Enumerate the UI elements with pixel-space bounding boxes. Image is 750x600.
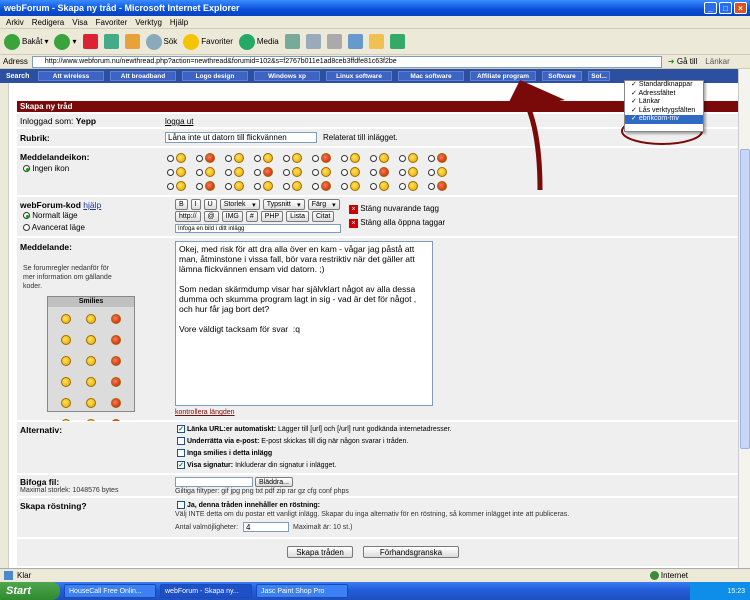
scrollbar-thumb[interactable] — [740, 149, 750, 449]
taskbar: Start HouseCall Free Onlin... webForum -… — [0, 582, 750, 600]
clock: 15:23 — [727, 587, 745, 595]
task-webforum[interactable]: webForum - Skapa ny... — [160, 584, 252, 598]
ctx-ebrikcom[interactable]: ✓ ebrikcom-mv — [625, 115, 703, 124]
ctx-address-bar[interactable]: ✓ Adressfältet — [625, 90, 703, 99]
ctx-lock-toolbars[interactable]: ✓ Lås verktygsfälten — [625, 107, 703, 116]
ctx-links[interactable]: ✓ Länkar — [625, 98, 703, 107]
system-tray: 15:23 — [690, 582, 750, 600]
toolbar-context-menu: ✓ Standardknappar ✓ Adressfältet ✓ Länka… — [624, 80, 704, 132]
task-paintshop[interactable]: Jasc Paint Shop Pro — [256, 584, 348, 598]
globe-icon — [649, 571, 659, 581]
page-done-icon — [4, 571, 13, 580]
zone-indicator: Internet — [649, 571, 688, 581]
annotation-arrow-shaft — [522, 98, 543, 191]
status-bar: Klar Internet — [0, 568, 750, 582]
start-button[interactable]: Start — [0, 582, 60, 600]
ctx-standard-buttons[interactable]: ✓ Standardknappar — [625, 81, 703, 90]
task-housecall[interactable]: HouseCall Free Onlin... — [64, 584, 156, 598]
status-text: Klar — [17, 571, 32, 580]
annotation-arrow-head — [505, 80, 565, 110]
page-scrollbar[interactable] — [738, 69, 750, 568]
